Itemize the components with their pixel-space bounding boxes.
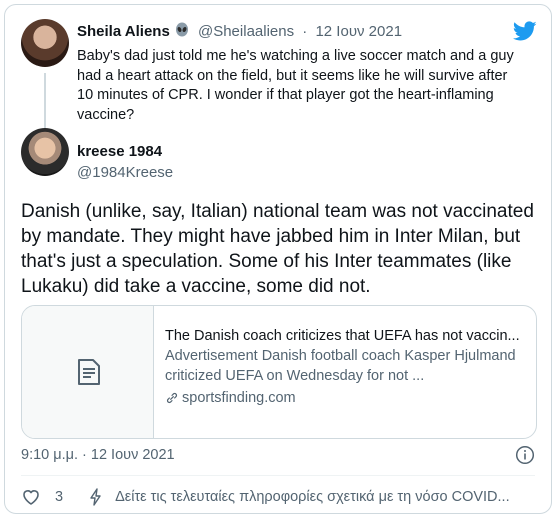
tweet-actions: 3 Δείτε τις τελευταίες πληροφορίες σχετι… (21, 486, 539, 508)
alien-icon (175, 22, 188, 37)
link-icon (166, 392, 178, 404)
link-domain: sportsfinding.com (182, 390, 296, 406)
like-count[interactable]: 3 (55, 489, 63, 505)
separator: · (302, 23, 308, 40)
parent-display-name[interactable]: Sheila Aliens (77, 23, 170, 40)
covid-info-link[interactable]: Δείτε τις τελευταίες πληροφορίες σχετικά… (115, 489, 510, 505)
lightning-icon (90, 488, 101, 506)
link-title: The Danish coach criticizes that UEFA ha… (165, 328, 520, 344)
tweet-text: Danish (unlike, say, Italian) national t… (21, 201, 534, 297)
thread-line (44, 73, 46, 133)
link-preview-card[interactable]: The Danish coach criticizes that UEFA ha… (21, 305, 537, 439)
link-thumbnail (22, 306, 154, 438)
parent-date[interactable]: 12 Ιουν 2021 (315, 23, 402, 40)
embedded-tweet-card: Sheila Aliens @Sheilaaliens · 12 Ιουν 20… (4, 4, 552, 514)
tweet-timestamp[interactable]: 9:10 μ.μ. · 12 Ιουν 2021 (21, 445, 175, 465)
twitter-bird-icon[interactable] (513, 19, 537, 43)
parent-handle[interactable]: @Sheilaaliens (198, 23, 294, 40)
divider (21, 475, 535, 476)
link-domain-row: sportsfinding.com (165, 388, 525, 408)
document-icon (78, 359, 100, 385)
display-name[interactable]: kreese 1984 (77, 142, 162, 162)
link-body: The Danish coach criticizes that UEFA ha… (165, 326, 525, 408)
handle[interactable]: @1984Kreese (77, 163, 173, 183)
parent-tweet-header: Sheila Aliens @Sheilaaliens · 12 Ιουν 20… (77, 22, 402, 42)
avatar[interactable] (21, 128, 69, 176)
parent-tweet-text: Baby's dad just told me he's watching a … (77, 48, 514, 123)
heart-icon[interactable] (21, 487, 41, 507)
info-icon[interactable] (515, 445, 535, 465)
link-description: Advertisement Danish football coach Kasp… (165, 348, 516, 384)
avatar[interactable] (21, 19, 69, 67)
